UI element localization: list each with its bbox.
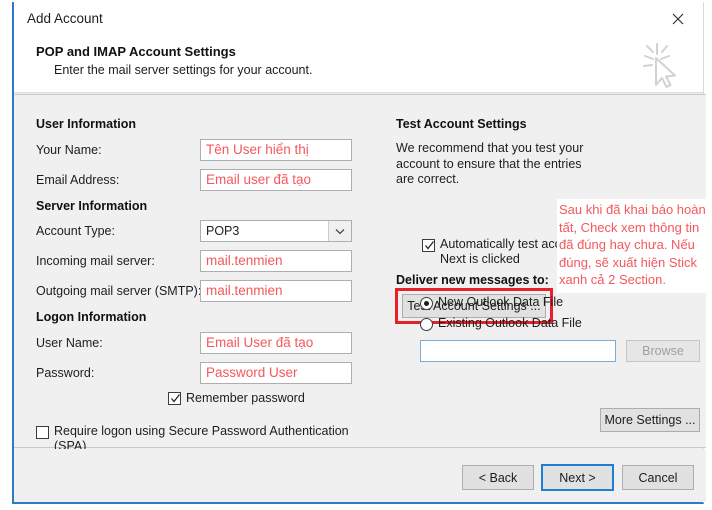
more-settings-button[interactable]: More Settings ... xyxy=(600,408,700,432)
cancel-button[interactable]: Cancel xyxy=(622,465,694,490)
radio-selected-dot xyxy=(424,301,429,306)
auto-test-checkbox[interactable] xyxy=(422,239,435,252)
section-header-test-account-settings: Test Account Settings xyxy=(396,117,527,131)
label-user-name: User Name: xyxy=(36,336,103,350)
window-title: Add Account xyxy=(27,11,103,26)
outgoing-mail-server-input[interactable]: mail.tenmien xyxy=(200,280,352,302)
existing-data-file-radio[interactable] xyxy=(420,318,433,331)
page-subtitle: Enter the mail server settings for your … xyxy=(54,63,312,77)
password-input[interactable]: Password User xyxy=(200,362,352,384)
remember-password-checkbox[interactable] xyxy=(168,392,181,405)
account-type-select[interactable]: POP3 xyxy=(200,220,352,242)
close-button[interactable] xyxy=(661,6,695,32)
title-bar: Add Account xyxy=(14,2,703,38)
back-button[interactable]: < Back xyxy=(462,465,534,490)
next-button[interactable]: Next > xyxy=(541,464,614,491)
chevron-down-icon[interactable] xyxy=(328,221,351,241)
settings-panel: User Information Your Name: Tên User hiể… xyxy=(14,94,706,448)
label-your-name: Your Name: xyxy=(36,143,102,157)
existing-data-file-label: Existing Outlook Data File xyxy=(438,316,582,330)
page-title: POP and IMAP Account Settings xyxy=(36,44,236,59)
section-header-deliver-messages: Deliver new messages to: xyxy=(396,273,549,287)
label-account-type: Account Type: xyxy=(36,224,115,238)
close-icon xyxy=(672,13,684,25)
account-type-value: POP3 xyxy=(206,224,239,238)
dialog-footer: < Back Next > Cancel xyxy=(14,449,706,502)
section-header-server-information: Server Information xyxy=(36,199,147,213)
new-data-file-radio[interactable] xyxy=(420,297,433,310)
dialog-header: POP and IMAP Account Settings Enter the … xyxy=(14,38,703,93)
click-cursor-icon xyxy=(637,40,685,90)
label-email-address: Email Address: xyxy=(36,173,119,187)
test-account-description: We recommend that you test your account … xyxy=(396,141,586,188)
remember-password-label: Remember password xyxy=(186,391,305,405)
user-name-input[interactable]: Email User đã tạo xyxy=(200,332,352,354)
label-password: Password: xyxy=(36,366,94,380)
incoming-mail-server-input[interactable]: mail.tenmien xyxy=(200,250,352,272)
label-incoming-mail-server: Incoming mail server: xyxy=(36,254,155,268)
section-header-user-information: User Information xyxy=(36,117,136,131)
new-data-file-label: New Outlook Data File xyxy=(438,295,563,309)
add-account-dialog: Add Account POP and IMAP Account Setting… xyxy=(12,2,704,504)
require-spa-checkbox[interactable] xyxy=(36,426,49,439)
your-name-input[interactable]: Tên User hiển thị xyxy=(200,139,352,161)
annotation-note: Sau khi đã khai báo hoàn tất, Check xem … xyxy=(557,199,709,293)
browse-button[interactable]: Browse xyxy=(626,340,700,362)
email-address-input[interactable]: Email user đã tạo xyxy=(200,169,352,191)
data-file-path-input[interactable] xyxy=(420,340,616,362)
label-outgoing-mail-server: Outgoing mail server (SMTP): xyxy=(36,284,201,298)
section-header-logon-information: Logon Information xyxy=(36,310,146,324)
